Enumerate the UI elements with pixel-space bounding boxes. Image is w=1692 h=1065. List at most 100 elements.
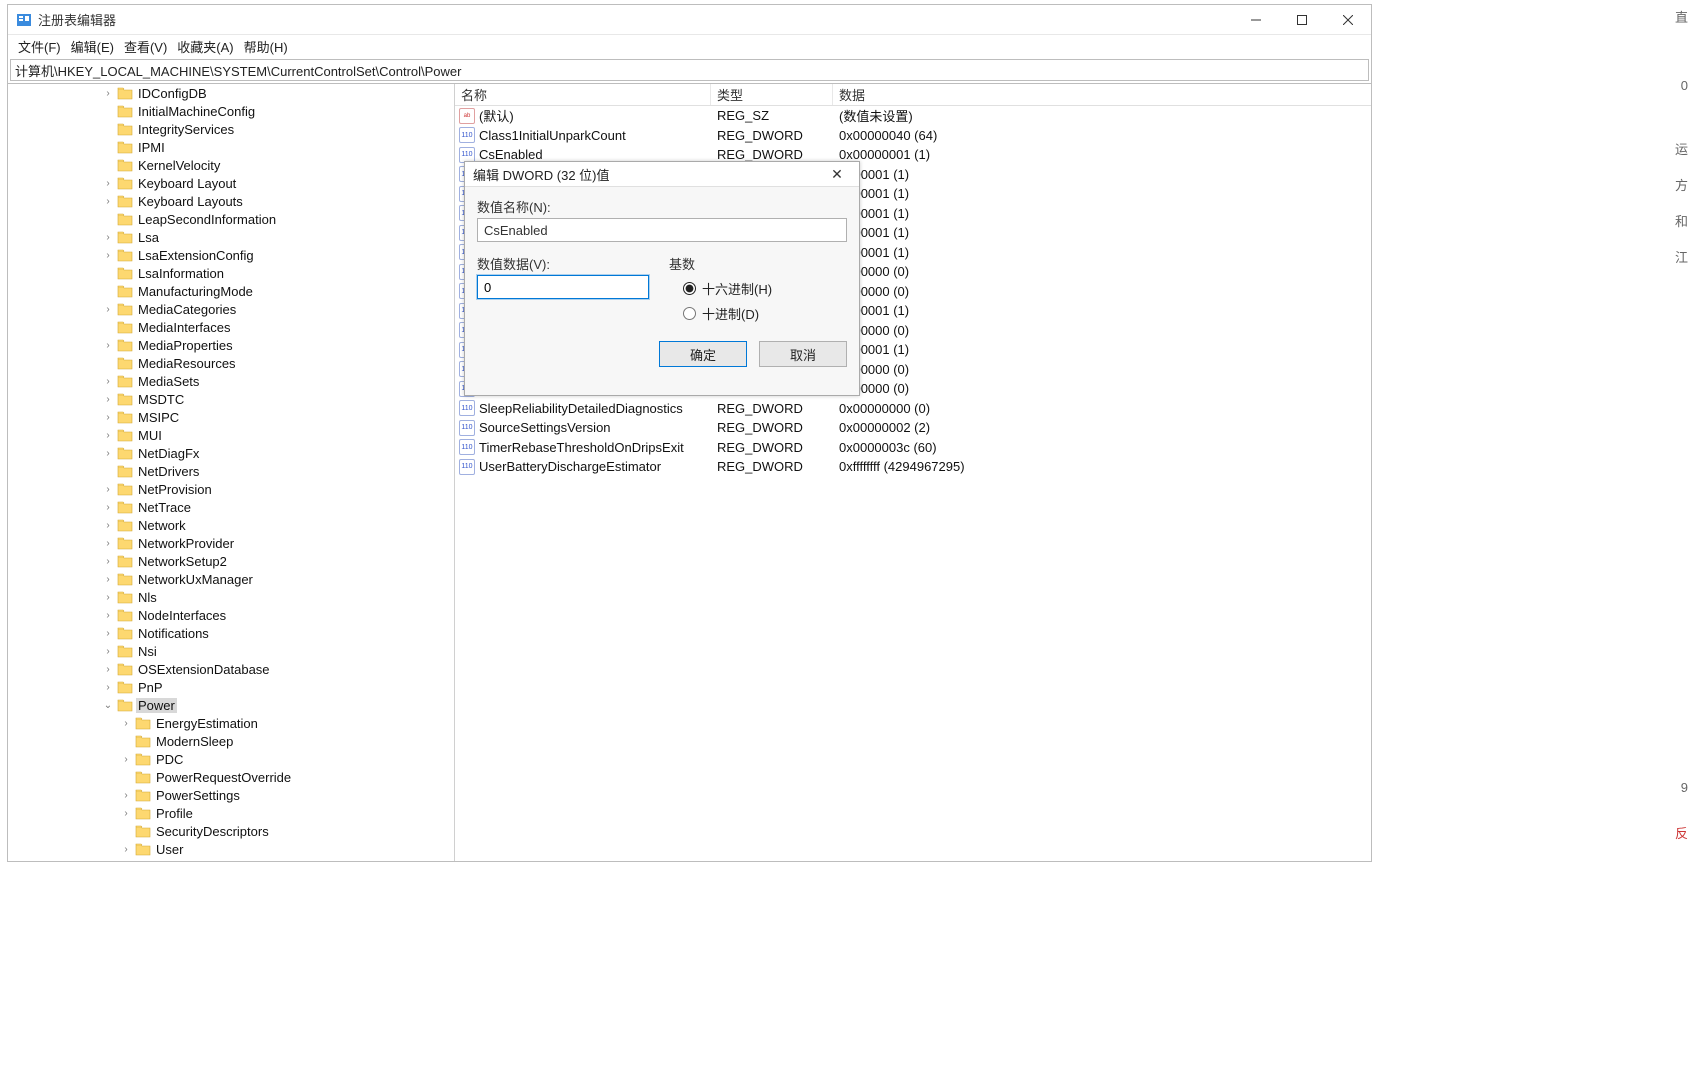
tree-item-networkuxmanager[interactable]: ›NetworkUxManager — [8, 570, 454, 588]
chevron-icon[interactable]: › — [102, 178, 114, 189]
value-row[interactable]: 110SourceSettingsVersionREG_DWORD0x00000… — [455, 418, 1371, 438]
chevron-icon[interactable]: › — [102, 574, 114, 585]
minimize-button[interactable] — [1233, 5, 1279, 35]
tree-item-powersettings[interactable]: ›PowerSettings — [8, 786, 454, 804]
tree-item-mediaproperties[interactable]: ›MediaProperties — [8, 336, 454, 354]
tree-item-user[interactable]: ›User — [8, 840, 454, 858]
tree-item-lsaextensionconfig[interactable]: ›LsaExtensionConfig — [8, 246, 454, 264]
tree-item-nodeinterfaces[interactable]: ›NodeInterfaces — [8, 606, 454, 624]
chevron-icon[interactable]: › — [102, 520, 114, 531]
chevron-icon[interactable]: › — [102, 250, 114, 261]
chevron-icon[interactable]: › — [102, 412, 114, 423]
chevron-icon[interactable]: › — [102, 664, 114, 675]
tree-item-networkprovider[interactable]: ›NetworkProvider — [8, 534, 454, 552]
tree-item-msipc[interactable]: ›MSIPC — [8, 408, 454, 426]
chevron-icon[interactable]: › — [102, 628, 114, 639]
tree-item-notifications[interactable]: ›Notifications — [8, 624, 454, 642]
dialog-close-icon[interactable]: ✕ — [823, 166, 851, 183]
header-type[interactable]: 类型 — [711, 84, 833, 105]
tree-item-nls[interactable]: ›Nls — [8, 588, 454, 606]
tree-item-mediaresources[interactable]: MediaResources — [8, 354, 454, 372]
tree-item-pdc[interactable]: ›PDC — [8, 750, 454, 768]
tree-item-netdrivers[interactable]: NetDrivers — [8, 462, 454, 480]
chevron-icon[interactable]: › — [102, 682, 114, 693]
chevron-icon[interactable]: › — [102, 646, 114, 657]
value-row[interactable]: 110Class1InitialUnparkCountREG_DWORD0x00… — [455, 126, 1371, 146]
tree-item-print[interactable]: ›Print — [8, 858, 454, 861]
chevron-icon[interactable]: › — [102, 538, 114, 549]
tree-pane[interactable]: ›IDConfigDBInitialMachineConfigIntegrity… — [8, 84, 455, 861]
tree-item-modernsleep[interactable]: ModernSleep — [8, 732, 454, 750]
menu-favorites[interactable]: 收藏夹(A) — [177, 37, 233, 56]
tree-item-energyestimation[interactable]: ›EnergyEstimation — [8, 714, 454, 732]
tree-item-keyboard-layout[interactable]: ›Keyboard Layout — [8, 174, 454, 192]
chevron-icon[interactable]: › — [102, 376, 114, 387]
menu-help[interactable]: 帮助(H) — [244, 37, 288, 56]
tree-item-nsi[interactable]: ›Nsi — [8, 642, 454, 660]
chevron-icon[interactable]: › — [102, 430, 114, 441]
tree-item-msdtc[interactable]: ›MSDTC — [8, 390, 454, 408]
tree-item-manufacturingmode[interactable]: ManufacturingMode — [8, 282, 454, 300]
chevron-icon[interactable]: › — [102, 88, 114, 99]
tree-item-initialmachineconfig[interactable]: InitialMachineConfig — [8, 102, 454, 120]
chevron-icon[interactable]: › — [102, 502, 114, 513]
chevron-icon[interactable]: › — [102, 232, 114, 243]
chevron-icon[interactable]: › — [102, 394, 114, 405]
chevron-icon[interactable]: › — [102, 448, 114, 459]
chevron-icon[interactable]: › — [102, 592, 114, 603]
tree-item-keyboard-layouts[interactable]: ›Keyboard Layouts — [8, 192, 454, 210]
tree-item-pnp[interactable]: ›PnP — [8, 678, 454, 696]
tree-item-powerrequestoverride[interactable]: PowerRequestOverride — [8, 768, 454, 786]
chevron-icon[interactable]: › — [102, 304, 114, 315]
chevron-icon[interactable]: › — [102, 340, 114, 351]
tree-item-mui[interactable]: ›MUI — [8, 426, 454, 444]
tree-item-mediacategories[interactable]: ›MediaCategories — [8, 300, 454, 318]
radio-dec[interactable] — [683, 307, 696, 320]
chevron-icon[interactable]: ⌄ — [102, 700, 114, 711]
tree-item-profile[interactable]: ›Profile — [8, 804, 454, 822]
chevron-icon[interactable]: › — [120, 790, 132, 801]
maximize-button[interactable] — [1279, 5, 1325, 35]
tree-item-leapsecondinformation[interactable]: LeapSecondInformation — [8, 210, 454, 228]
value-row[interactable]: 110TimerRebaseThresholdOnDripsExitREG_DW… — [455, 438, 1371, 458]
tree-item-securitydescriptors[interactable]: SecurityDescriptors — [8, 822, 454, 840]
header-data[interactable]: 数据 — [833, 84, 1371, 105]
chevron-icon[interactable]: › — [120, 754, 132, 765]
radio-dec-row[interactable]: 十进制(D) — [683, 304, 847, 323]
chevron-icon[interactable]: › — [120, 718, 132, 729]
tree-item-power[interactable]: ⌄Power — [8, 696, 454, 714]
value-name-input[interactable] — [477, 218, 847, 242]
address-bar[interactable]: 计算机\HKEY_LOCAL_MACHINE\SYSTEM\CurrentCon… — [10, 59, 1369, 81]
chevron-icon[interactable]: › — [102, 556, 114, 567]
tree-item-lsainformation[interactable]: LsaInformation — [8, 264, 454, 282]
radio-hex-row[interactable]: 十六进制(H) — [683, 279, 847, 298]
tree-item-idconfigdb[interactable]: ›IDConfigDB — [8, 84, 454, 102]
tree-item-osextensiondatabase[interactable]: ›OSExtensionDatabase — [8, 660, 454, 678]
value-row[interactable]: ab(默认)REG_SZ(数值未设置) — [455, 106, 1371, 126]
close-button[interactable] — [1325, 5, 1371, 35]
chevron-icon[interactable]: › — [120, 844, 132, 855]
tree-item-lsa[interactable]: ›Lsa — [8, 228, 454, 246]
tree-item-ipmi[interactable]: IPMI — [8, 138, 454, 156]
tree-item-netdiagfx[interactable]: ›NetDiagFx — [8, 444, 454, 462]
menu-view[interactable]: 查看(V) — [124, 37, 167, 56]
value-row[interactable]: 110SleepReliabilityDetailedDiagnosticsRE… — [455, 399, 1371, 419]
menu-file[interactable]: 文件(F) — [18, 37, 61, 56]
value-row[interactable]: 110UserBatteryDischargeEstimatorREG_DWOR… — [455, 457, 1371, 477]
chevron-icon[interactable]: › — [120, 808, 132, 819]
tree-item-mediainterfaces[interactable]: MediaInterfaces — [8, 318, 454, 336]
radio-hex[interactable] — [683, 282, 696, 295]
menu-edit[interactable]: 编辑(E) — [71, 37, 114, 56]
tree-item-network[interactable]: ›Network — [8, 516, 454, 534]
tree-item-integrityservices[interactable]: IntegrityServices — [8, 120, 454, 138]
tree-item-mediasets[interactable]: ›MediaSets — [8, 372, 454, 390]
chevron-icon[interactable]: › — [102, 610, 114, 621]
ok-button[interactable]: 确定 — [659, 341, 747, 367]
header-name[interactable]: 名称 — [455, 84, 711, 105]
tree-item-kernelvelocity[interactable]: KernelVelocity — [8, 156, 454, 174]
tree-item-netprovision[interactable]: ›NetProvision — [8, 480, 454, 498]
chevron-icon[interactable]: › — [102, 484, 114, 495]
value-data-input[interactable] — [477, 275, 649, 299]
chevron-icon[interactable]: › — [102, 196, 114, 207]
tree-item-nettrace[interactable]: ›NetTrace — [8, 498, 454, 516]
